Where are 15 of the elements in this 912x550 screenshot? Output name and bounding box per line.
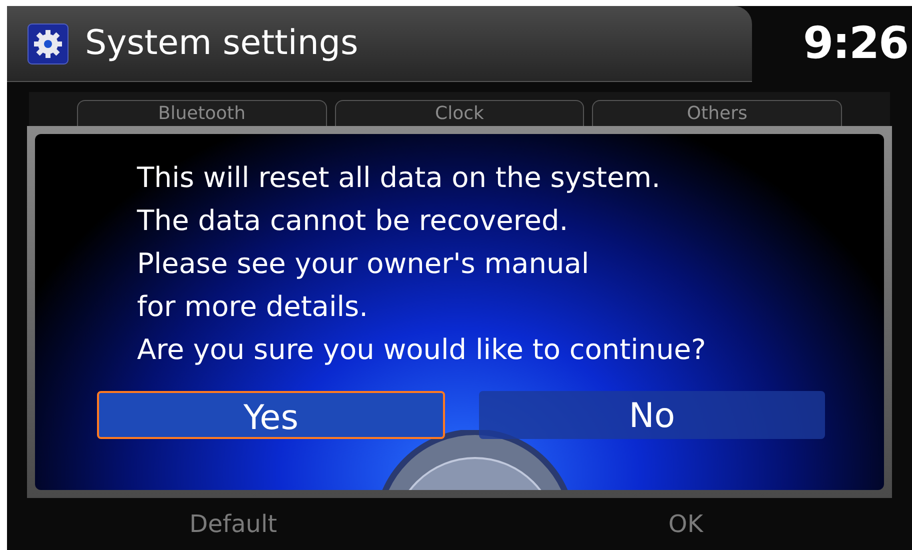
- footer-option[interactable]: Default: [189, 506, 278, 542]
- tab[interactable]: Others: [592, 100, 842, 126]
- message-line: Please see your owner's manual: [137, 246, 590, 282]
- clock-time: 9:26: [802, 17, 908, 71]
- footer-option[interactable]: OK: [668, 506, 704, 542]
- dialog-button[interactable]: No: [479, 391, 825, 439]
- message-line: This will reset all data on the system.: [137, 160, 660, 196]
- screen-title: System settings: [85, 22, 358, 65]
- message-line: Are you sure you would like to continue?: [137, 332, 706, 368]
- tab[interactable]: Bluetooth: [77, 100, 327, 126]
- message-line: The data cannot be recovered.: [137, 203, 568, 239]
- message-line: for more details.: [137, 289, 368, 325]
- gear-icon: [27, 22, 69, 64]
- dialog-button[interactable]: Yes: [97, 391, 445, 439]
- tab[interactable]: Clock: [334, 100, 584, 126]
